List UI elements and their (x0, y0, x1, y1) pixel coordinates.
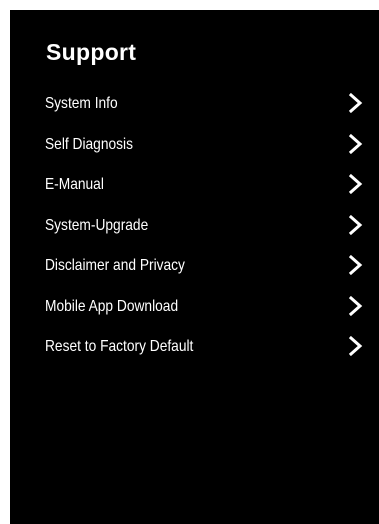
menu-item-label: Mobile App Download (45, 297, 179, 315)
chevron-right-icon (349, 336, 363, 356)
menu-item-system-info[interactable]: System Info (10, 86, 379, 127)
chevron-right-icon (349, 133, 363, 154)
page-title: Support (46, 39, 137, 65)
menu-item-label: Self Diagnosis (45, 135, 133, 153)
menu-item-e-manual[interactable]: E-Manual (10, 167, 379, 208)
menu-item-label: Disclaimer and Privacy (45, 257, 185, 274)
chevron-right-icon (349, 174, 363, 194)
menu-item-label: System Info (45, 95, 118, 112)
menu-item-label: Reset to Factory Default (45, 338, 194, 355)
menu-item-reset-to-factory-default[interactable]: Reset to Factory Default (10, 329, 379, 370)
chevron-right-icon (349, 255, 363, 275)
menu-item-self-diagnosis[interactable]: Self Diagnosis (10, 127, 379, 168)
menu-item-label: E-Manual (45, 176, 104, 193)
support-menu: System Info Self Diagnosis E-Manual Syst… (10, 86, 379, 370)
chevron-right-icon (349, 93, 363, 113)
chevron-right-icon (349, 295, 363, 316)
support-panel: Support System Info Self Diagnosis E-Man… (10, 10, 379, 524)
menu-item-system-upgrade[interactable]: System-Upgrade (10, 208, 379, 249)
menu-item-mobile-app-download[interactable]: Mobile App Download (10, 289, 379, 330)
menu-item-disclaimer-and-privacy[interactable]: Disclaimer and Privacy (10, 248, 379, 289)
chevron-right-icon (349, 214, 363, 235)
menu-item-label: System-Upgrade (45, 216, 149, 234)
